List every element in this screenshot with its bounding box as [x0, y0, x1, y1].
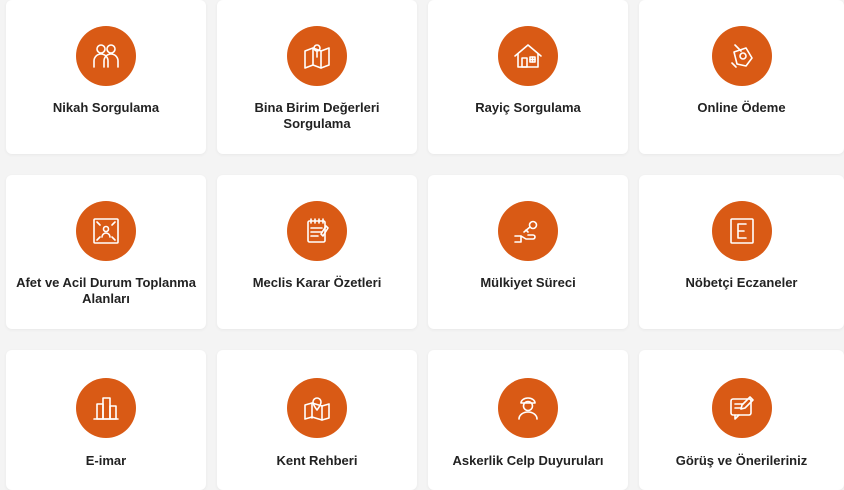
service-label: Nöbetçi Eczaneler: [685, 275, 798, 290]
soldier-icon: [498, 378, 558, 438]
service-card-gorus[interactable]: Görüş ve Önerileriniz: [639, 350, 844, 490]
service-label: Görüş ve Önerileriniz: [675, 453, 808, 468]
services-grid: Nikah Sorgulama Bina Birim Değerleri Sor…: [0, 0, 844, 490]
service-label: Meclis Karar Özetleri: [252, 275, 382, 290]
couple-icon: [76, 26, 136, 86]
service-card-afet[interactable]: Afet ve Acil Durum Toplanma Alanları: [6, 175, 206, 329]
hand-key-icon: [498, 201, 558, 261]
service-card-bina-birim[interactable]: Bina Birim Değerleri Sorgulama: [217, 0, 417, 154]
service-label: E-imar: [85, 453, 127, 468]
service-card-askerlik[interactable]: Askerlik Celp Duyuruları: [428, 350, 628, 490]
service-label: Online Ödeme: [697, 100, 786, 115]
service-card-nobetci[interactable]: Nöbetçi Eczaneler: [639, 175, 844, 329]
service-card-kent-rehberi[interactable]: Kent Rehberi: [217, 350, 417, 490]
service-card-nikah[interactable]: Nikah Sorgulama: [6, 0, 206, 154]
feedback-icon: [711, 378, 772, 438]
service-label: Bina Birim Değerleri Sorgulama: [254, 100, 380, 131]
service-card-online-odeme[interactable]: Online Ödeme: [639, 0, 844, 154]
service-label: Kent Rehberi: [276, 453, 358, 468]
service-label: Mülkiyet Süreci: [480, 275, 576, 290]
service-card-mulkiyet[interactable]: Mülkiyet Süreci: [428, 175, 628, 329]
service-label: Nikah Sorgulama: [52, 100, 160, 115]
service-label: Afet ve Acil Durum Toplanma Alanları: [16, 275, 196, 306]
house-icon: [498, 26, 558, 86]
pharmacy-e-icon: [711, 201, 772, 261]
service-label: Askerlik Celp Duyuruları: [452, 453, 604, 468]
assembly-area-icon: [76, 201, 136, 261]
payment-icon: [711, 26, 772, 86]
city-map-icon: [287, 378, 347, 438]
service-card-rayic[interactable]: Rayiç Sorgulama: [428, 0, 628, 154]
buildings-icon: [76, 378, 136, 438]
map-pin-icon: [287, 26, 347, 86]
service-card-e-imar[interactable]: E-imar: [6, 350, 206, 490]
notepad-icon: [287, 201, 347, 261]
service-card-meclis[interactable]: Meclis Karar Özetleri: [217, 175, 417, 329]
service-label: Rayiç Sorgulama: [475, 100, 581, 115]
